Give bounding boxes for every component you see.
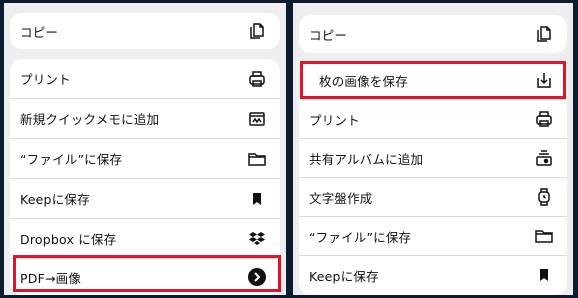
save-to-keep-action[interactable]: Keepに保存 [10,179,280,218]
pdf-to-image-label: PDF→画像 [20,270,82,286]
print-action[interactable]: プリント [299,100,567,138]
chevron-right-circle-icon [246,266,268,288]
print-action[interactable]: プリント [10,59,280,98]
actions-group-card: 枚の画像を保存 プリント 共有アルバムに追加 文字盤作成 “ファイル”に保存 K… [299,61,567,295]
copy-icon [533,23,555,45]
copy-label: コピー [20,24,59,40]
save-to-dropbox-action[interactable]: Dropbox に保存 [10,219,280,258]
copy-group-card: コピー [299,15,567,53]
quick-note-label: 新規クイックメモに追加 [20,112,160,127]
copy-icon [246,20,268,42]
actions-group-card: プリント 新規クイックメモに追加 “ファイル”に保存 Keepに保存 Dropb… [10,59,280,295]
save-to-keep-action[interactable]: Keepに保存 [299,256,567,294]
save-to-files-action[interactable]: “ファイル”に保存 [10,139,280,178]
shared-album-icon [533,147,555,169]
bookmark-icon [533,264,555,286]
copy-action[interactable]: コピー [10,13,280,49]
shared-album-action[interactable]: 共有アルバムに追加 [299,139,567,177]
save-images-action[interactable]: 枚の画像を保存 [299,61,567,99]
watch-face-label: 文字盤作成 [309,190,373,206]
print-label: プリント [309,112,360,128]
dropbox-icon [246,228,268,250]
save-to-keep-label: Keepに保存 [20,192,90,207]
quick-note-action[interactable]: 新規クイックメモに追加 [10,99,280,138]
left-share-sheet: コピー プリント 新規クイックメモに追加 “ファイル”に保存 Keepに保存 D… [4,3,286,295]
shared-album-label: 共有アルバムに追加 [309,151,424,167]
save-to-files-action[interactable]: “ファイル”に保存 [299,217,567,255]
save-to-keep-label: Keepに保存 [309,268,379,284]
save-to-files-label: “ファイル”に保存 [309,229,412,245]
save-to-files-label: “ファイル”に保存 [20,152,123,167]
save-to-dropbox-label: Dropbox に保存 [20,232,117,247]
print-label: プリント [20,72,71,87]
print-icon [533,108,555,130]
save-image-icon [533,69,555,91]
save-images-label: 枚の画像を保存 [319,73,408,89]
watch-face-action[interactable]: 文字盤作成 [299,178,567,216]
quick-note-icon [246,108,268,130]
copy-action[interactable]: コピー [299,15,567,53]
copy-group-card: コピー [10,13,280,49]
bookmark-icon [246,188,268,210]
copy-label: コピー [309,27,348,43]
print-icon [246,68,268,90]
folder-icon [533,225,555,247]
folder-icon [246,148,268,170]
pdf-to-image-action[interactable]: PDF→画像 [10,259,280,295]
right-share-sheet: コピー 枚の画像を保存 プリント 共有アルバムに追加 文字盤作成 “ファイル”に… [293,3,573,295]
watch-face-icon [533,186,555,208]
